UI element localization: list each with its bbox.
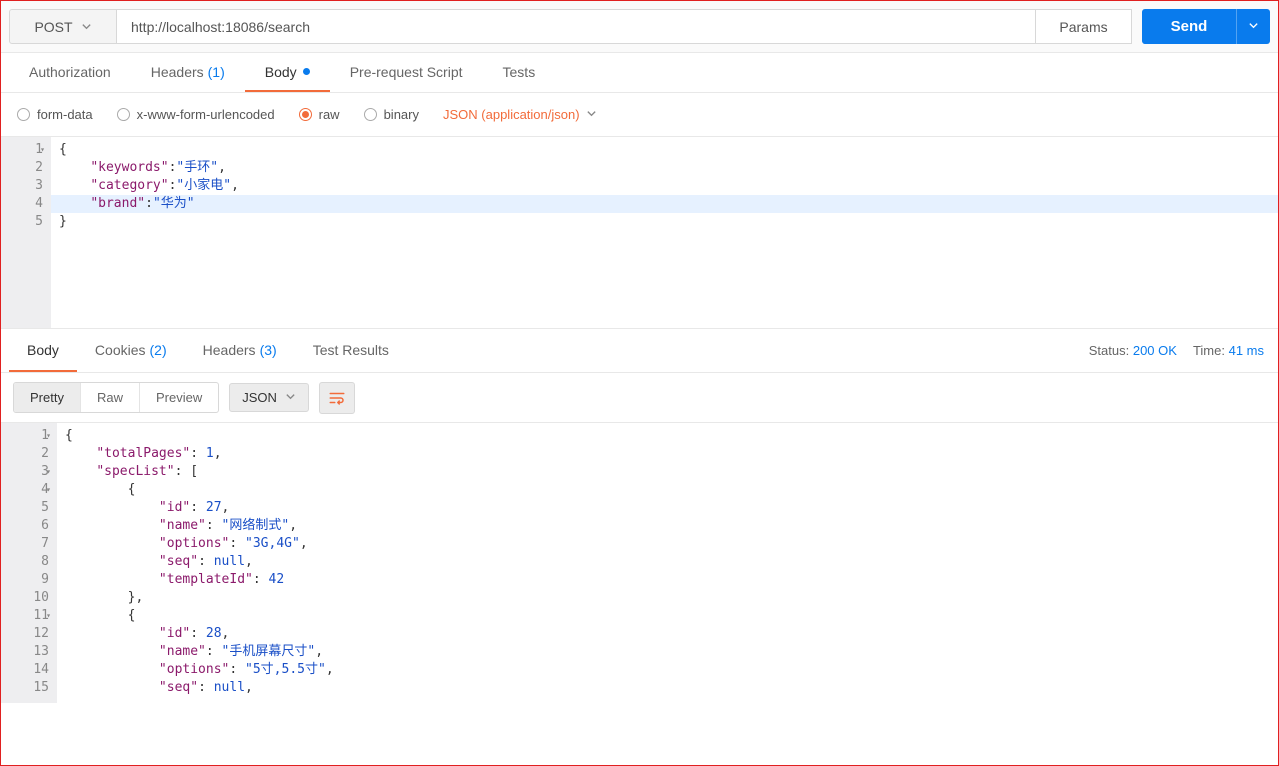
tab-label: Body [27, 342, 59, 358]
code-area: { "totalPages": 1, "specList": [ { "id":… [57, 423, 1278, 703]
view-raw-button[interactable]: Raw [80, 383, 139, 412]
tab-pre-request-script[interactable]: Pre-request Script [330, 53, 483, 92]
radio-binary[interactable]: binary [364, 107, 419, 122]
content-type-label: JSON (application/json) [443, 107, 580, 122]
http-method-value: POST [34, 19, 72, 35]
tab-label: Pre-request Script [350, 64, 463, 80]
tab-label: Authorization [29, 64, 111, 80]
wrap-icon [328, 389, 346, 407]
tab-test-results[interactable]: Test Results [295, 329, 407, 372]
response-body-editor[interactable]: 123456789101112131415 { "totalPages": 1,… [1, 423, 1278, 703]
radio-label: form-data [37, 107, 93, 122]
tab-label: Headers [203, 342, 256, 358]
tab-tests[interactable]: Tests [483, 53, 556, 92]
format-label: JSON [242, 390, 277, 405]
tab-label: Test Results [313, 342, 389, 358]
tab-label: Tests [503, 64, 536, 80]
response-status: Status: 200 OK Time: 41 ms [1089, 329, 1264, 372]
radio-icon [117, 108, 130, 121]
request-bar: POST Params Send [1, 1, 1278, 53]
radio-icon [17, 108, 30, 121]
request-body-editor[interactable]: 12345 { "keywords":"手环", "category":"小家电… [1, 137, 1278, 329]
radio-icon [299, 108, 312, 121]
response-tabs: Body Cookies (2) Headers (3) Test Result… [1, 329, 1278, 373]
body-type-row: form-data x-www-form-urlencoded raw bina… [1, 93, 1278, 137]
radio-raw[interactable]: raw [299, 107, 340, 122]
response-toolbar: Pretty Raw Preview JSON [1, 373, 1278, 423]
time-value: 41 ms [1229, 343, 1264, 358]
tab-count: (3) [260, 342, 277, 358]
tab-count: (1) [208, 64, 225, 80]
radio-form-data[interactable]: form-data [17, 107, 93, 122]
tab-label: Cookies [95, 342, 146, 358]
view-pretty-button[interactable]: Pretty [14, 383, 80, 412]
tab-label: Body [265, 64, 297, 80]
radio-label: x-www-form-urlencoded [137, 107, 275, 122]
send-button[interactable]: Send [1142, 9, 1236, 44]
wrap-lines-button[interactable] [319, 382, 355, 414]
tab-authorization[interactable]: Authorization [9, 53, 131, 92]
line-number-gutter: 12345 [1, 137, 51, 328]
radio-icon [364, 108, 377, 121]
content-type-dropdown[interactable]: JSON (application/json) [443, 107, 597, 122]
tab-response-body[interactable]: Body [9, 329, 77, 372]
status-label: Status: [1089, 343, 1129, 358]
tab-response-headers[interactable]: Headers (3) [185, 329, 295, 372]
url-input[interactable] [117, 9, 1036, 44]
http-method-dropdown[interactable]: POST [9, 9, 117, 44]
params-button[interactable]: Params [1036, 9, 1132, 44]
radio-label: raw [319, 107, 340, 122]
time-label: Time: [1193, 343, 1225, 358]
view-preview-button[interactable]: Preview [139, 383, 218, 412]
chevron-down-icon [285, 390, 296, 405]
radio-x-www-form-urlencoded[interactable]: x-www-form-urlencoded [117, 107, 275, 122]
tab-headers[interactable]: Headers (1) [131, 53, 245, 92]
view-mode-segment: Pretty Raw Preview [13, 382, 219, 413]
request-tabs: Authorization Headers (1) Body Pre-reque… [1, 53, 1278, 93]
chevron-down-icon [81, 19, 92, 35]
code-area[interactable]: { "keywords":"手环", "category":"小家电", "br… [51, 137, 1278, 328]
tab-count: (2) [150, 342, 167, 358]
send-dropdown[interactable] [1236, 9, 1270, 44]
line-number-gutter: 123456789101112131415 [1, 423, 57, 703]
format-dropdown[interactable]: JSON [229, 383, 309, 412]
modified-indicator-icon [303, 68, 310, 75]
radio-label: binary [384, 107, 419, 122]
tab-label: Headers [151, 64, 204, 80]
tab-response-cookies[interactable]: Cookies (2) [77, 329, 185, 372]
tab-body[interactable]: Body [245, 53, 330, 92]
chevron-down-icon [586, 107, 597, 122]
chevron-down-icon [1248, 19, 1259, 34]
status-value: 200 OK [1133, 343, 1177, 358]
